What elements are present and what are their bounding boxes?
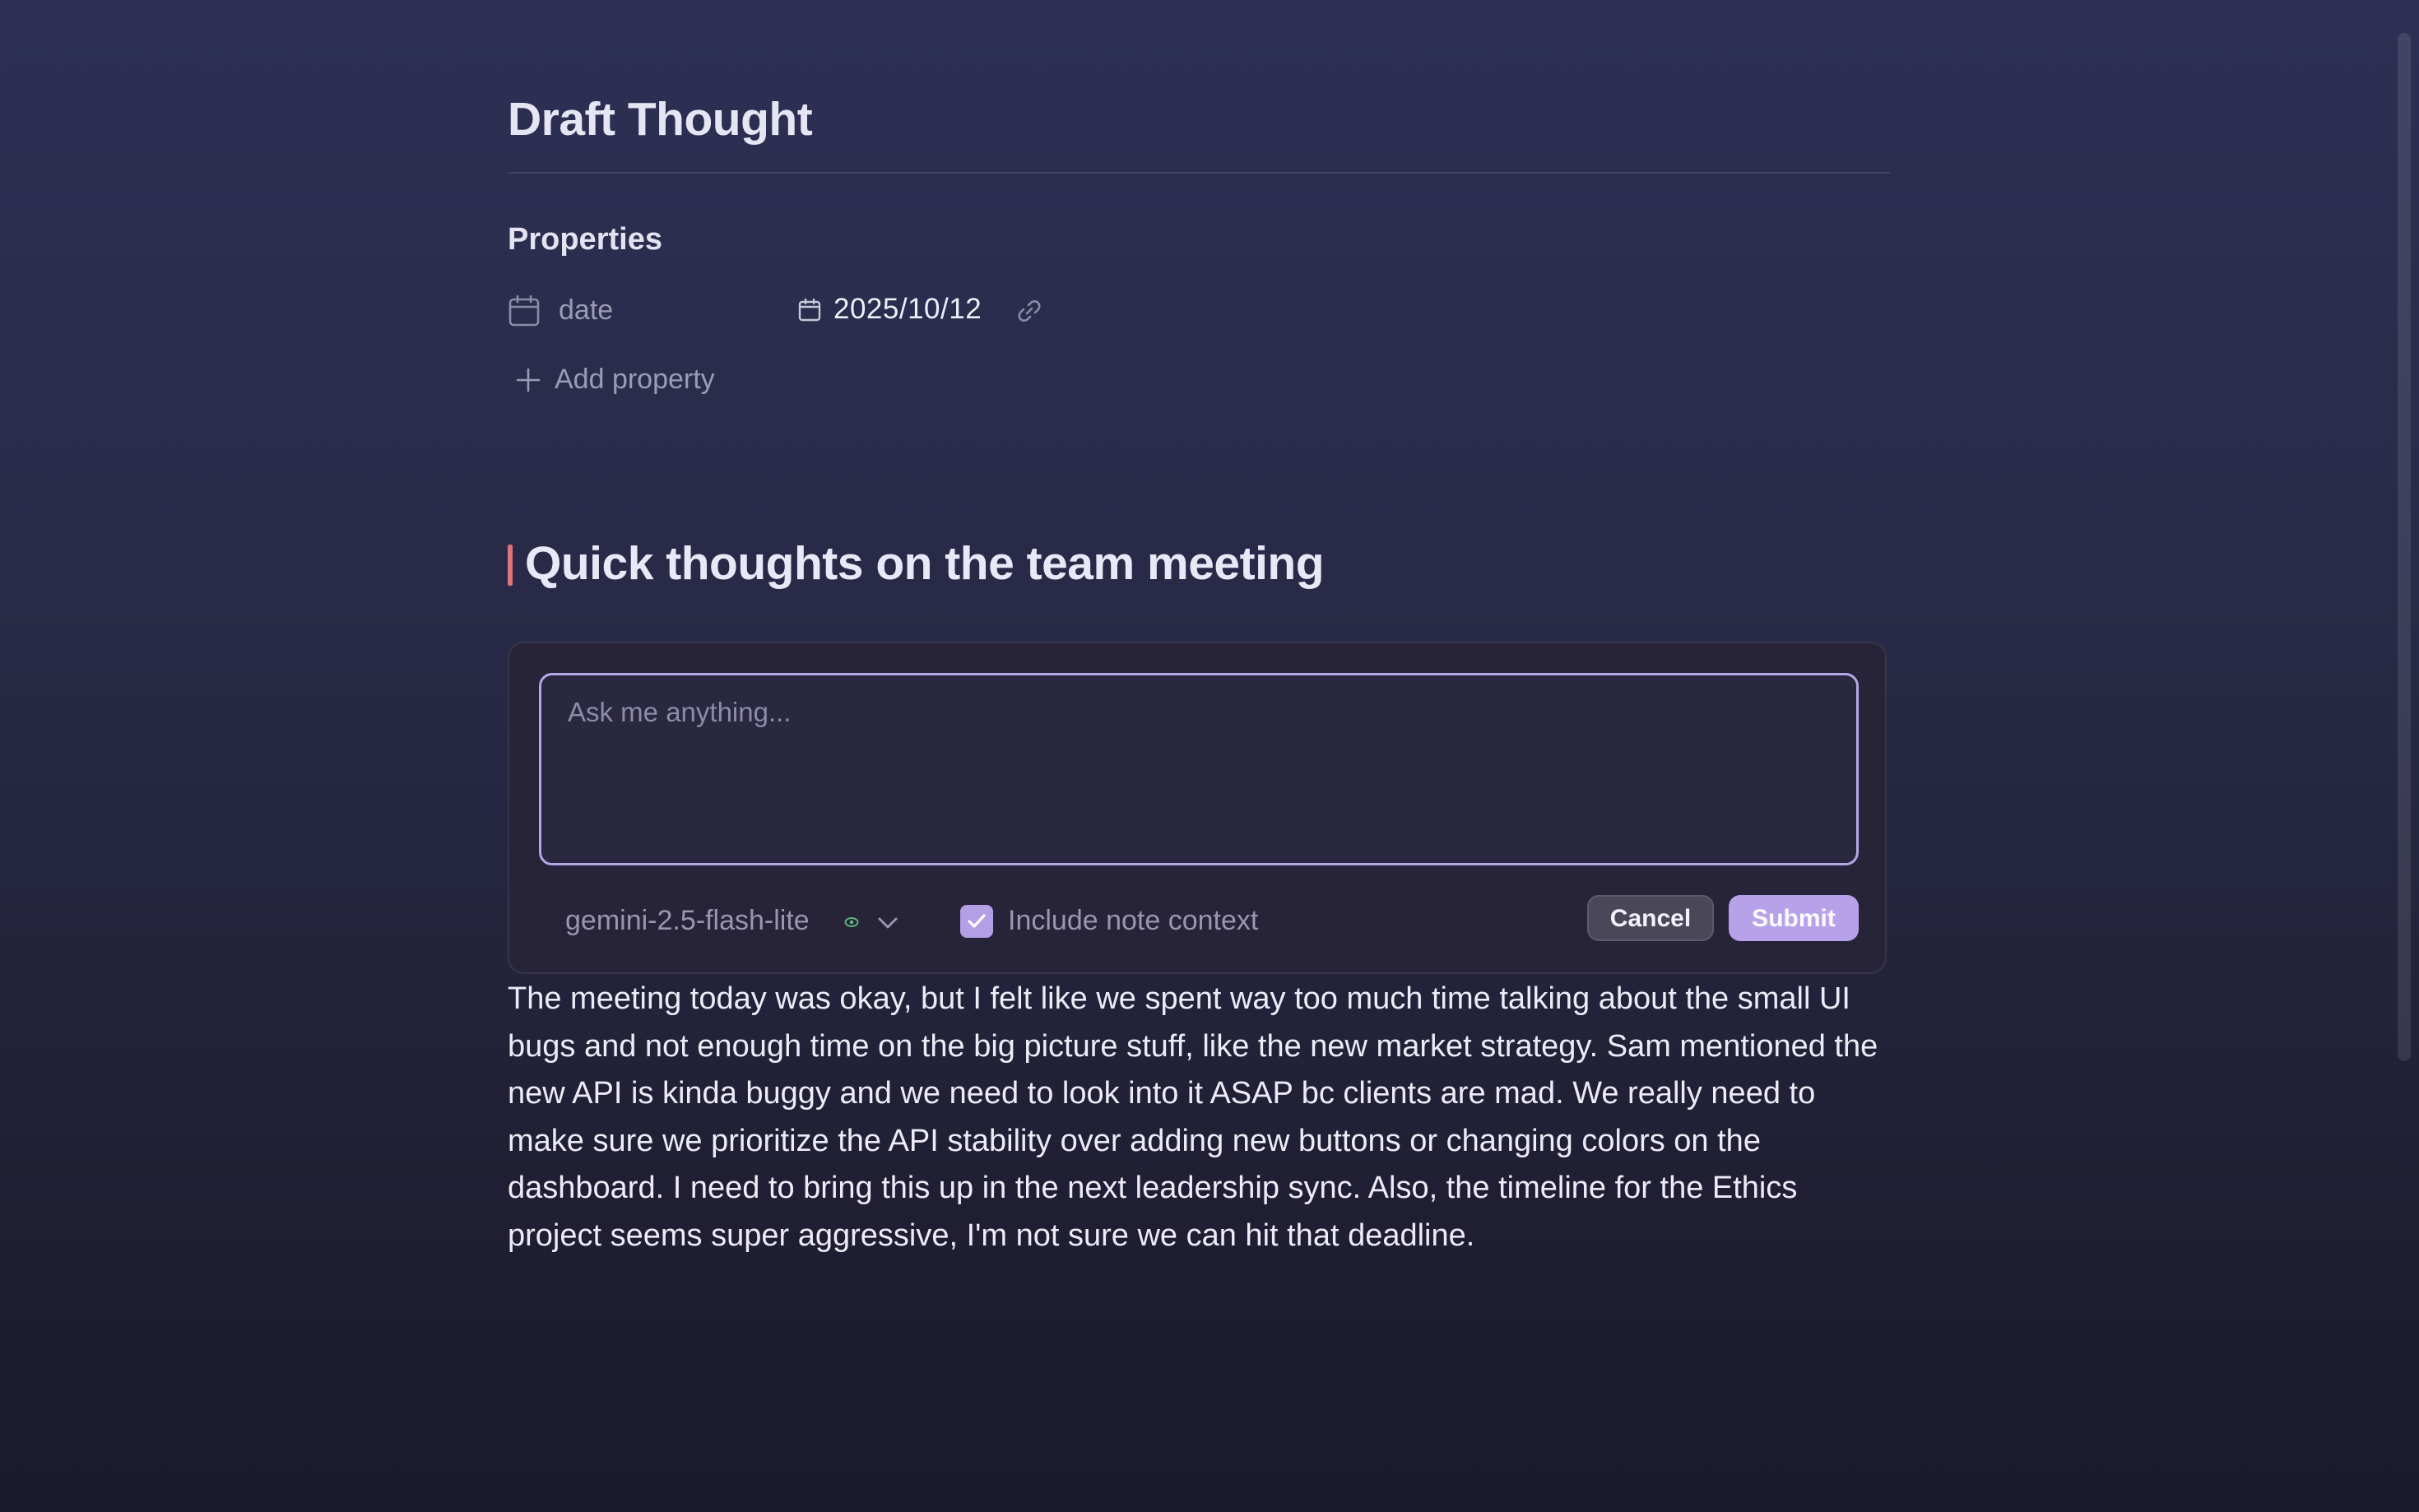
link-icon[interactable] (1014, 296, 1044, 326)
property-row-date: date 2025/10/12 (508, 290, 1330, 332)
note-body-paragraph[interactable]: The meeting today was okay, but I felt l… (508, 976, 1890, 1260)
active-line-marker (508, 545, 513, 586)
submit-button[interactable]: Submit (1729, 895, 1859, 941)
include-context-checkbox[interactable] (960, 905, 993, 938)
calendar-icon (508, 295, 541, 327)
date-value-input[interactable]: 2025/10/12 (833, 293, 982, 326)
checkmark-icon (968, 914, 986, 928)
vertical-scrollbar[interactable] (2393, 0, 2419, 1512)
calendar-small-icon (797, 298, 822, 322)
title-divider (508, 172, 1890, 174)
add-property-label: Add property (555, 364, 715, 395)
chevron-down-icon (875, 910, 901, 936)
page-title[interactable]: Draft Thought (508, 92, 813, 146)
include-context-label[interactable]: Include note context (1008, 905, 1258, 937)
scrollbar-thumb[interactable] (2398, 33, 2411, 1061)
note-heading[interactable]: Quick thoughts on the team meeting (525, 536, 1325, 591)
model-selector[interactable]: gemini-2.5-flash-lite (565, 900, 911, 943)
model-name: gemini-2.5-flash-lite (565, 905, 810, 936)
cancel-button[interactable]: Cancel (1587, 895, 1714, 941)
ai-prompt-panel: gemini-2.5-flash-lite Include note conte… (508, 642, 1887, 974)
property-key[interactable]: date (559, 295, 613, 327)
eye-icon (843, 914, 860, 930)
ai-prompt-input[interactable] (539, 673, 1859, 865)
properties-heading[interactable]: Properties (508, 222, 662, 257)
add-property-button[interactable]: Add property (508, 362, 804, 400)
plus-icon (514, 366, 542, 394)
